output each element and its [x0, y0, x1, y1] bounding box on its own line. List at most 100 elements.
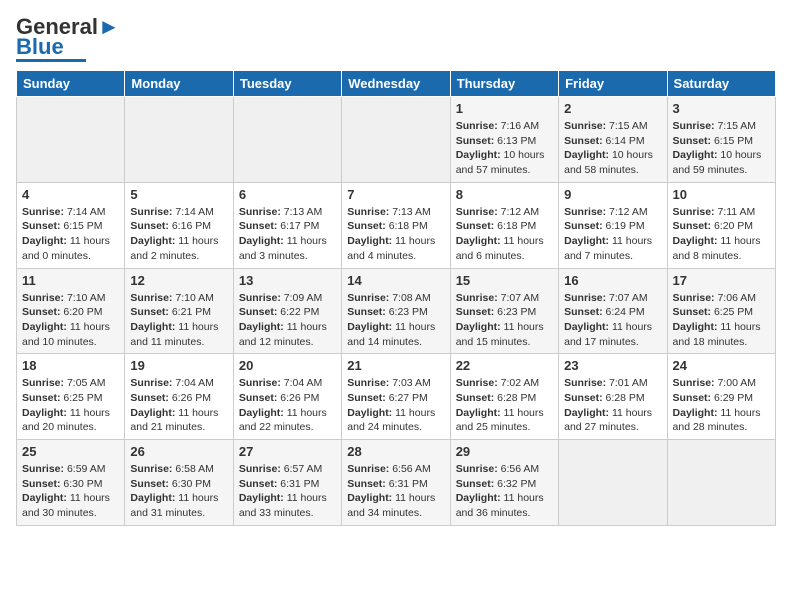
- cell-content: Sunrise: 6:56 AMSunset: 6:32 PMDaylight:…: [456, 462, 553, 521]
- calendar-cell: 27 Sunrise: 6:57 AMSunset: 6:31 PMDayligh…: [233, 440, 341, 526]
- day-number: 25: [22, 444, 119, 459]
- cell-content: Sunrise: 7:06 AMSunset: 6:25 PMDaylight:…: [673, 291, 770, 350]
- calendar-cell: 20 Sunrise: 7:04 AMSunset: 6:26 PMDayligh…: [233, 354, 341, 440]
- calendar-cell: 5Sunrise: 7:14 AMSunset: 6:16 PMDaylight…: [125, 182, 233, 268]
- cell-content: Sunrise: 6:57 AMSunset: 6:31 PMDaylight:…: [239, 462, 336, 521]
- calendar-cell: 23 Sunrise: 7:01 AMSunset: 6:28 PMDayligh…: [559, 354, 667, 440]
- cell-content: Sunrise: 7:01 AMSunset: 6:28 PMDaylight:…: [564, 376, 661, 435]
- calendar-cell: 6 Sunrise: 7:13 AMSunset: 6:17 PMDaylight…: [233, 182, 341, 268]
- calendar-cell: 14Sunrise: 7:08 AMSunset: 6:23 PMDayligh…: [342, 268, 450, 354]
- calendar-cell: 22 Sunrise: 7:02 AMSunset: 6:28 PMDayligh…: [450, 354, 558, 440]
- calendar-cell: 19 Sunrise: 7:04 AMSunset: 6:26 PMDayligh…: [125, 354, 233, 440]
- cell-content: Sunrise: 7:09 AMSunset: 6:22 PMDaylight:…: [239, 291, 336, 350]
- calendar-cell: 15 Sunrise: 7:07 AMSunset: 6:23 PMDayligh…: [450, 268, 558, 354]
- day-number: 18: [22, 358, 119, 373]
- calendar-header-row: SundayMondayTuesdayWednesdayThursdayFrid…: [17, 71, 776, 97]
- day-number: 13: [239, 273, 336, 288]
- calendar-cell: 7 Sunrise: 7:13 AMSunset: 6:18 PMDaylight…: [342, 182, 450, 268]
- calendar-week-row: 1 Sunrise: 7:16 AMSunset: 6:13 PMDaylight…: [17, 97, 776, 183]
- day-header-saturday: Saturday: [667, 71, 775, 97]
- day-number: 11: [22, 273, 119, 288]
- day-header-monday: Monday: [125, 71, 233, 97]
- cell-content: Sunrise: 6:59 AMSunset: 6:30 PMDaylight:…: [22, 462, 119, 521]
- cell-content: Sunrise: 7:02 AMSunset: 6:28 PMDaylight:…: [456, 376, 553, 435]
- day-header-sunday: Sunday: [17, 71, 125, 97]
- calendar-cell: 1 Sunrise: 7:16 AMSunset: 6:13 PMDaylight…: [450, 97, 558, 183]
- calendar-table: SundayMondayTuesdayWednesdayThursdayFrid…: [16, 70, 776, 526]
- cell-content: Sunrise: 7:04 AMSunset: 6:26 PMDaylight:…: [239, 376, 336, 435]
- calendar-cell: 21 Sunrise: 7:03 AMSunset: 6:27 PMDayligh…: [342, 354, 450, 440]
- calendar-cell: [233, 97, 341, 183]
- calendar-cell: 24 Sunrise: 7:00 AMSunset: 6:29 PMDayligh…: [667, 354, 775, 440]
- calendar-cell: 18 Sunrise: 7:05 AMSunset: 6:25 PMDayligh…: [17, 354, 125, 440]
- cell-content: Sunrise: 7:03 AMSunset: 6:27 PMDaylight:…: [347, 376, 444, 435]
- cell-content: Sunrise: 7:07 AMSunset: 6:23 PMDaylight:…: [456, 291, 553, 350]
- day-number: 22: [456, 358, 553, 373]
- cell-content: Sunrise: 7:05 AMSunset: 6:25 PMDaylight:…: [22, 376, 119, 435]
- cell-content: Sunrise: 7:04 AMSunset: 6:26 PMDaylight:…: [130, 376, 227, 435]
- calendar-cell: 9 Sunrise: 7:12 AMSunset: 6:19 PMDaylight…: [559, 182, 667, 268]
- day-number: 7: [347, 187, 444, 202]
- calendar-cell: 11Sunrise: 7:10 AMSunset: 6:20 PMDayligh…: [17, 268, 125, 354]
- day-number: 8: [456, 187, 553, 202]
- calendar-week-row: 11Sunrise: 7:10 AMSunset: 6:20 PMDayligh…: [17, 268, 776, 354]
- calendar-cell: 2 Sunrise: 7:15 AMSunset: 6:14 PMDaylight…: [559, 97, 667, 183]
- day-number: 4: [22, 187, 119, 202]
- cell-content: Sunrise: 7:13 AMSunset: 6:17 PMDaylight:…: [239, 205, 336, 264]
- day-number: 20: [239, 358, 336, 373]
- calendar-cell: 17 Sunrise: 7:06 AMSunset: 6:25 PMDayligh…: [667, 268, 775, 354]
- calendar-cell: [125, 97, 233, 183]
- day-number: 5: [130, 187, 227, 202]
- calendar-cell: 13 Sunrise: 7:09 AMSunset: 6:22 PMDayligh…: [233, 268, 341, 354]
- cell-content: Sunrise: 7:00 AMSunset: 6:29 PMDaylight:…: [673, 376, 770, 435]
- cell-content: Sunrise: 7:15 AMSunset: 6:14 PMDaylight:…: [564, 119, 661, 178]
- page-header: General► Blue: [16, 16, 776, 62]
- cell-content: Sunrise: 6:58 AMSunset: 6:30 PMDaylight:…: [130, 462, 227, 521]
- day-number: 29: [456, 444, 553, 459]
- day-number: 19: [130, 358, 227, 373]
- cell-content: Sunrise: 7:15 AMSunset: 6:15 PMDaylight:…: [673, 119, 770, 178]
- cell-content: Sunrise: 6:56 AMSunset: 6:31 PMDaylight:…: [347, 462, 444, 521]
- calendar-cell: [342, 97, 450, 183]
- day-number: 10: [673, 187, 770, 202]
- logo-text-blue: Blue: [16, 36, 64, 58]
- day-number: 28: [347, 444, 444, 459]
- calendar-cell: [17, 97, 125, 183]
- day-number: 2: [564, 101, 661, 116]
- day-number: 23: [564, 358, 661, 373]
- calendar-week-row: 18 Sunrise: 7:05 AMSunset: 6:25 PMDayligh…: [17, 354, 776, 440]
- calendar-cell: 16 Sunrise: 7:07 AMSunset: 6:24 PMDayligh…: [559, 268, 667, 354]
- day-header-friday: Friday: [559, 71, 667, 97]
- day-number: 12: [130, 273, 227, 288]
- cell-content: Sunrise: 7:16 AMSunset: 6:13 PMDaylight:…: [456, 119, 553, 178]
- cell-content: Sunrise: 7:10 AMSunset: 6:21 PMDaylight:…: [130, 291, 227, 350]
- day-number: 1: [456, 101, 553, 116]
- cell-content: Sunrise: 7:07 AMSunset: 6:24 PMDaylight:…: [564, 291, 661, 350]
- day-number: 24: [673, 358, 770, 373]
- calendar-cell: 12 Sunrise: 7:10 AMSunset: 6:21 PMDayligh…: [125, 268, 233, 354]
- logo: General► Blue: [16, 16, 120, 62]
- day-number: 26: [130, 444, 227, 459]
- calendar-cell: [667, 440, 775, 526]
- calendar-week-row: 4 Sunrise: 7:14 AMSunset: 6:15 PMDaylight…: [17, 182, 776, 268]
- cell-content: Sunrise: 7:08 AMSunset: 6:23 PMDaylight:…: [347, 291, 444, 350]
- cell-content: Sunrise: 7:12 AMSunset: 6:19 PMDaylight:…: [564, 205, 661, 264]
- day-header-wednesday: Wednesday: [342, 71, 450, 97]
- calendar-cell: 26 Sunrise: 6:58 AMSunset: 6:30 PMDayligh…: [125, 440, 233, 526]
- calendar-cell: 4 Sunrise: 7:14 AMSunset: 6:15 PMDaylight…: [17, 182, 125, 268]
- calendar-cell: 25 Sunrise: 6:59 AMSunset: 6:30 PMDayligh…: [17, 440, 125, 526]
- calendar-cell: [559, 440, 667, 526]
- day-number: 15: [456, 273, 553, 288]
- calendar-cell: 28 Sunrise: 6:56 AMSunset: 6:31 PMDayligh…: [342, 440, 450, 526]
- cell-content: Sunrise: 7:13 AMSunset: 6:18 PMDaylight:…: [347, 205, 444, 264]
- day-number: 9: [564, 187, 661, 202]
- logo-line: [16, 59, 86, 62]
- day-number: 6: [239, 187, 336, 202]
- calendar-cell: 8Sunrise: 7:12 AMSunset: 6:18 PMDaylight…: [450, 182, 558, 268]
- day-number: 3: [673, 101, 770, 116]
- day-number: 27: [239, 444, 336, 459]
- day-number: 16: [564, 273, 661, 288]
- day-number: 17: [673, 273, 770, 288]
- day-number: 21: [347, 358, 444, 373]
- cell-content: Sunrise: 7:14 AMSunset: 6:15 PMDaylight:…: [22, 205, 119, 264]
